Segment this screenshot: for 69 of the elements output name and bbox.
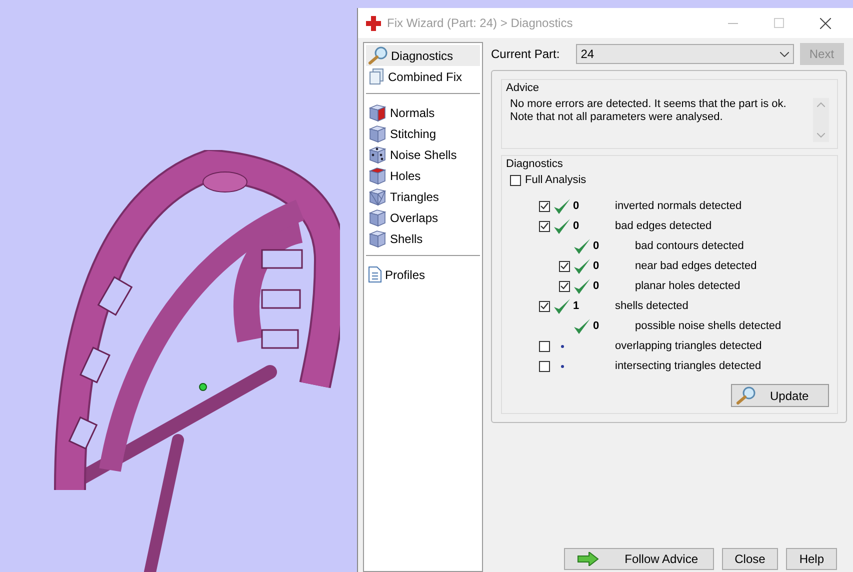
count-text: 0 <box>593 280 600 292</box>
checkbox[interactable] <box>539 300 550 312</box>
sidebar-item[interactable]: Normals <box>366 102 480 123</box>
sidebar-item[interactable]: Profiles <box>366 264 480 285</box>
arrow-right-icon <box>576 552 599 566</box>
current-part-label: Current Part: <box>491 47 560 61</box>
update-button[interactable]: Update <box>731 384 829 407</box>
count-text: 0 <box>573 220 580 232</box>
diagnostic-label: overlapping triangles detected <box>615 340 762 352</box>
count-text: 0 <box>593 240 600 252</box>
count-text: 0 <box>593 320 600 332</box>
check-mark-icon <box>573 238 591 254</box>
count-text: 1 <box>573 300 580 312</box>
magnifier-icon <box>368 46 388 65</box>
checkbox[interactable] <box>510 174 521 186</box>
cross-icon <box>366 16 381 30</box>
sidebar-item[interactable]: Noise Shells <box>366 144 480 165</box>
checkbox[interactable] <box>539 220 550 232</box>
cube-icon <box>368 124 387 143</box>
group-title: Diagnostics <box>506 158 564 170</box>
advice-text: No more errors are detected. It seems that the part is ok. Note that not all parameters were analysed. <box>510 98 786 125</box>
sidebar-item[interactable]: Diagnostics <box>366 45 480 66</box>
cube-icon <box>368 145 387 164</box>
dialog-button[interactable]: Help <box>786 548 837 570</box>
sidebar-item[interactable]: Holes <box>366 165 480 186</box>
chevron-down-icon <box>780 52 789 56</box>
pages-icon <box>368 68 385 85</box>
check-mark-icon <box>573 318 591 334</box>
check-mark-icon <box>553 198 571 214</box>
cube-icon <box>368 208 387 227</box>
group-title: Advice <box>506 82 540 94</box>
diagnostic-label: near bad edges detected <box>635 260 757 272</box>
diagnostic-label: planar holes detected <box>635 280 740 292</box>
checkbox[interactable] <box>539 360 550 372</box>
count-text: 0 <box>593 260 600 272</box>
sidebar-item[interactable]: Triangles <box>366 186 480 207</box>
window-title: Fix Wizard (Part: 24) > Diagnostics <box>387 16 574 30</box>
cube-icon <box>368 187 387 206</box>
dialog-button[interactable]: Follow Advice <box>564 548 714 570</box>
check-mark-icon <box>573 278 591 294</box>
close-icon[interactable] <box>820 18 830 28</box>
checkbox[interactable] <box>539 340 550 352</box>
cube-icon <box>368 229 387 248</box>
checkbox[interactable] <box>539 200 550 212</box>
checkbox-label: Full Analysis <box>525 174 586 186</box>
cube-icon <box>368 166 387 185</box>
count-text: 0 <box>573 200 580 212</box>
diagnostic-label: inverted normals detected <box>615 200 742 212</box>
check-mark-icon <box>553 298 571 314</box>
sidebar-item[interactable]: Shells <box>366 228 480 249</box>
magnifier-icon <box>736 386 756 405</box>
check-mark-icon <box>573 258 591 274</box>
sidebar-item[interactable]: Overlaps <box>366 207 480 228</box>
sidebar-item[interactable]: Stitching <box>366 123 480 144</box>
diagnostic-label: bad contours detected <box>635 240 744 252</box>
document-icon <box>368 266 382 283</box>
pending-dot-icon <box>560 344 564 348</box>
diagnostic-label: bad edges detected <box>615 220 712 232</box>
diagnostic-label: intersecting triangles detected <box>615 360 762 372</box>
diagnostic-label: possible noise shells detected <box>635 320 782 332</box>
dialog-button[interactable]: Close <box>722 548 778 570</box>
part-dropdown[interactable]: 24 <box>576 44 794 64</box>
checkbox[interactable] <box>559 260 570 272</box>
pending-dot-icon <box>560 364 564 368</box>
checkbox[interactable] <box>559 280 570 292</box>
sidebar-item[interactable]: Combined Fix <box>366 66 480 87</box>
cube-icon <box>368 103 387 122</box>
check-mark-icon <box>553 218 571 234</box>
diagnostic-label: shells detected <box>615 300 688 312</box>
